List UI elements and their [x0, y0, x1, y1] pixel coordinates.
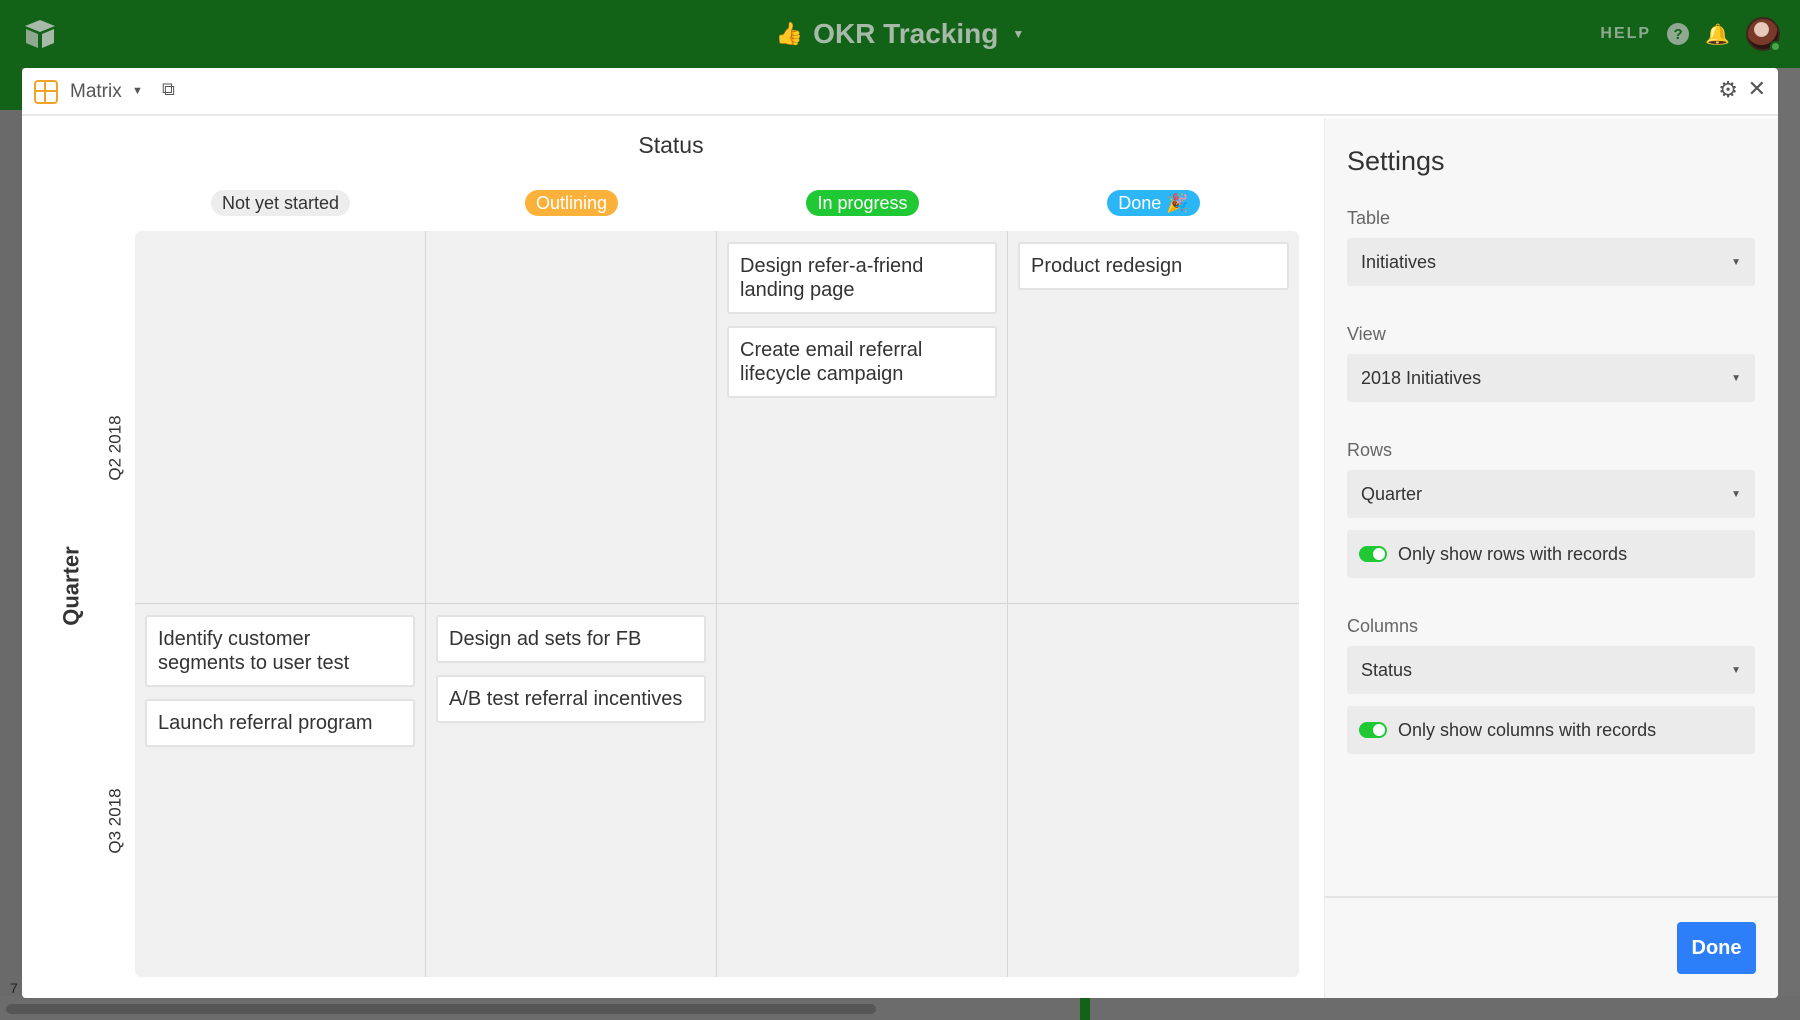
matrix-cell: Design refer-a-friend landing page Creat… — [717, 231, 1008, 604]
chevron-down-icon: ▼ — [1012, 27, 1025, 41]
background-row-number: 7 — [10, 980, 18, 996]
status-badge: Outlining — [524, 190, 619, 216]
matrix-block-icon — [34, 80, 58, 104]
record-card[interactable]: Create email referral lifecycle campaign — [727, 326, 997, 398]
columns-records-toggle-label: Only show columns with records — [1398, 719, 1657, 740]
columns-field-label: Columns — [1347, 616, 1419, 636]
column-header: Done 🎉 — [1008, 188, 1299, 218]
matrix-grid: Design refer-a-friend landing page Creat… — [135, 231, 1299, 977]
done-button[interactable]: Done — [1677, 922, 1756, 974]
gear-icon[interactable]: ⚙ — [1718, 77, 1738, 103]
view-select-value: 2018 Initiatives — [1361, 367, 1482, 388]
user-avatar[interactable] — [1746, 17, 1781, 52]
rows-records-toggle-label: Only show rows with records — [1398, 543, 1628, 564]
rows-field-label: Rows — [1347, 440, 1393, 460]
help-link[interactable]: HELP — [1600, 25, 1651, 43]
matrix-cell: Identify customer segments to user test … — [135, 604, 426, 977]
matrix-view: Status Not yet started Outlining In prog… — [22, 118, 1324, 998]
record-card[interactable]: Design refer-a-friend landing page — [727, 242, 997, 314]
matrix-block-modal: Matrix ▼ ⧉ ⚙ ✕ Status Not yet started Ou… — [22, 68, 1778, 998]
status-badge: Done 🎉 — [1107, 190, 1200, 216]
column-header: Outlining — [426, 188, 717, 218]
horizontal-scrollbar[interactable] — [6, 1004, 876, 1014]
block-name-menu[interactable]: Matrix — [70, 81, 122, 103]
columns-select-value: Status — [1361, 659, 1413, 680]
background-grid-edge — [0, 110, 22, 1020]
background-header-strip — [0, 68, 22, 110]
background-green-marker — [1080, 996, 1090, 1020]
rows-select-value: Quarter — [1361, 483, 1423, 504]
record-card[interactable]: Launch referral program — [145, 699, 415, 747]
rows-records-toggle[interactable] — [1359, 546, 1387, 562]
columns-select[interactable]: Status ▼ — [1347, 646, 1755, 694]
close-icon[interactable]: ✕ — [1748, 76, 1766, 102]
record-card[interactable]: Design ad sets for FB — [436, 615, 706, 663]
matrix-cell — [1008, 604, 1299, 977]
settings-footer-divider — [1325, 896, 1778, 898]
record-card[interactable]: A/B test referral incentives — [436, 675, 706, 723]
base-title-menu[interactable]: 👍 OKR Tracking ▼ — [0, 0, 1800, 68]
chevron-down-icon: ▼ — [1731, 664, 1741, 676]
view-select[interactable]: 2018 Initiatives ▼ — [1347, 354, 1755, 402]
base-title: OKR Tracking — [813, 18, 999, 49]
rows-select[interactable]: Quarter ▼ — [1347, 470, 1755, 518]
modal-header: Matrix ▼ ⧉ ⚙ ✕ — [22, 68, 1778, 116]
table-select[interactable]: Initiatives ▼ — [1347, 238, 1755, 286]
notifications-bell-icon[interactable]: 🔔 — [1705, 22, 1730, 47]
top-app-bar: 👍 OKR Tracking ▼ HELP ? 🔔 — [0, 0, 1800, 68]
chevron-down-icon: ▼ — [1731, 372, 1741, 384]
matrix-cell: Design ad sets for FB A/B test referral … — [426, 604, 717, 977]
help-icon[interactable]: ? — [1667, 23, 1690, 45]
matrix-cell — [426, 231, 717, 604]
column-header: In progress — [717, 188, 1008, 218]
column-field-title: Status — [638, 132, 704, 158]
column-headers: Not yet started Outlining In progress Do… — [135, 188, 1299, 218]
rows-records-toggle-row[interactable]: Only show rows with records — [1347, 530, 1755, 578]
matrix-cell — [717, 604, 1008, 977]
chevron-down-icon: ▼ — [1731, 256, 1741, 268]
column-header: Not yet started — [135, 188, 426, 218]
top-right-controls: HELP ? 🔔 — [1600, 0, 1781, 68]
record-card[interactable]: Identify customer segments to user test — [145, 615, 415, 687]
chevron-down-icon: ▼ — [1731, 488, 1741, 500]
online-status-dot — [1770, 41, 1781, 52]
status-badge: Not yet started — [210, 190, 351, 216]
view-field-label: View — [1347, 324, 1386, 344]
columns-records-toggle-row[interactable]: Only show columns with records — [1347, 706, 1755, 754]
columns-records-toggle[interactable] — [1359, 722, 1387, 738]
chevron-down-icon[interactable]: ▼ — [132, 85, 143, 97]
row-header: Q2 2018 — [106, 415, 126, 481]
table-select-value: Initiatives — [1361, 251, 1437, 272]
matrix-cell — [135, 231, 426, 604]
row-header: Q3 2018 — [106, 788, 126, 854]
status-badge: In progress — [806, 190, 919, 216]
row-field-title: Quarter — [59, 546, 85, 626]
open-external-icon[interactable]: ⧉ — [162, 79, 175, 100]
settings-title: Settings — [1347, 146, 1445, 176]
thumbs-up-icon: 👍 — [775, 21, 804, 46]
matrix-cell: Product redesign — [1008, 231, 1299, 604]
table-field-label: Table — [1347, 208, 1391, 228]
settings-panel: Settings Table Initiatives ▼ View 2018 I… — [1324, 118, 1778, 998]
record-card[interactable]: Product redesign — [1018, 242, 1289, 290]
